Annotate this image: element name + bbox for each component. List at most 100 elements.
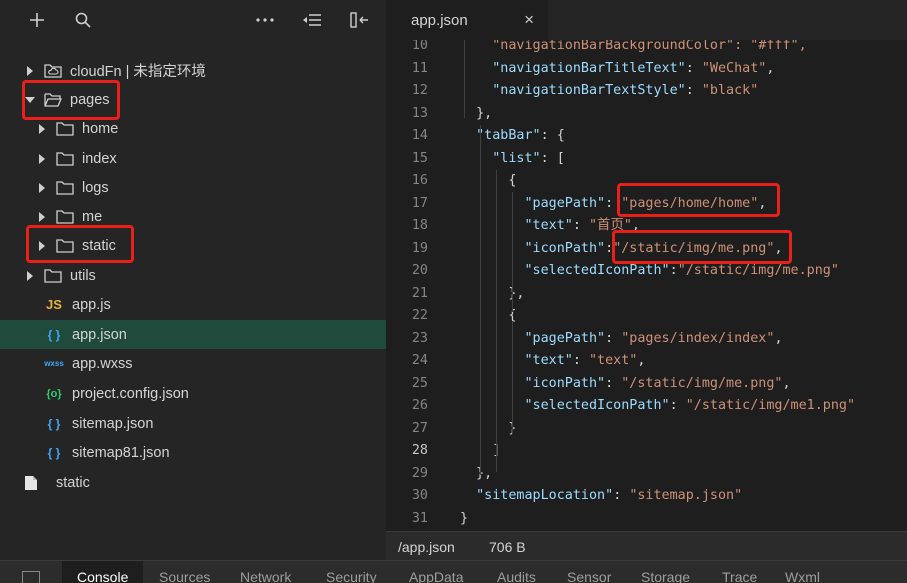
- tree-item-label: sitemap81.json: [72, 444, 170, 461]
- line-number: 19: [411, 240, 428, 256]
- chevron-right-icon[interactable]: [36, 182, 48, 194]
- code-text: "list": [: [492, 150, 565, 166]
- folder-icon: [56, 151, 74, 166]
- highlight-static-folder: [26, 225, 134, 263]
- tree-item-utils[interactable]: utils: [0, 261, 386, 290]
- chevron-right-icon[interactable]: [36, 211, 48, 223]
- tree-item-project-config-json[interactable]: {o} project.config.json: [0, 379, 386, 408]
- line-number: 18: [411, 218, 428, 233]
- line-number: 24: [411, 353, 428, 368]
- indent-guide: [496, 170, 497, 472]
- code-line: 23 "pagePath": "pages/index/index",: [386, 328, 907, 351]
- tab-security[interactable]: Security: [326, 569, 377, 583]
- line-number: 29: [411, 465, 428, 481]
- code-text: },: [460, 285, 525, 301]
- tree-item-sitemap81-json[interactable]: { } sitemap81.json: [0, 438, 386, 467]
- indent-guide: [512, 322, 513, 434]
- add-icon[interactable]: [22, 0, 52, 40]
- tab-audits[interactable]: Audits: [497, 569, 536, 583]
- tab-console[interactable]: Console: [62, 561, 144, 583]
- tree-item-label: me: [82, 208, 103, 225]
- code-text: "selectedIconPath": "/static/img/me1.png…: [524, 398, 856, 413]
- line-number: 22: [411, 308, 428, 323]
- dock-icon[interactable]: [22, 571, 40, 583]
- line-number: 27: [411, 420, 428, 436]
- highlight-pages: [22, 80, 120, 120]
- line-number: 31: [411, 510, 428, 526]
- config-icon: {o}: [46, 387, 62, 400]
- more-icon[interactable]: [250, 0, 280, 40]
- tab-trace[interactable]: Trace: [722, 569, 757, 583]
- code-line: 25 "iconPath": "/static/img/me.png",: [386, 373, 907, 396]
- tree-item-index[interactable]: index: [0, 144, 386, 173]
- tree-item-label: app.json: [72, 326, 127, 343]
- line-number: 28: [411, 443, 428, 458]
- explorer-toolbar: [0, 0, 386, 40]
- tree-item-label: static: [56, 474, 90, 491]
- tree-item-label: project.config.json: [72, 385, 189, 402]
- line-number: 26: [411, 398, 428, 413]
- close-icon[interactable]: ×: [524, 11, 534, 29]
- line-number: 21: [411, 285, 428, 301]
- code-text: }: [460, 510, 469, 526]
- line-number: 10: [411, 40, 428, 53]
- tree-item-label: logs: [82, 179, 109, 196]
- tab-wxml[interactable]: Wxml: [785, 569, 820, 583]
- tab-storage[interactable]: Storage: [641, 569, 690, 583]
- code-text: "iconPath": "/static/img/me.png",: [524, 375, 791, 391]
- tree-item-app-js[interactable]: JS app.js: [0, 290, 386, 319]
- tab-network[interactable]: Network: [240, 569, 291, 583]
- tree-item-label: utils: [70, 267, 96, 284]
- code-text: "sitemapLocation": "sitemap.json": [476, 488, 743, 503]
- code-text: {: [460, 173, 517, 188]
- chevron-right-icon[interactable]: [36, 153, 48, 165]
- devtools-tabbar: Console Sources Network Security AppData Audi…: [0, 560, 907, 583]
- js-icon: JS: [46, 297, 62, 312]
- tree-item-app-json[interactable]: { } app.json: [0, 320, 386, 349]
- chevron-right-icon[interactable]: [24, 65, 36, 77]
- tab-sources[interactable]: Sources: [159, 569, 210, 583]
- tree-item-sitemap-json[interactable]: { } sitemap.json: [0, 409, 386, 438]
- code-editor[interactable]: 10 "navigationBarBackgroundColor": "#fff…: [386, 40, 907, 531]
- line-number: 13: [411, 105, 428, 121]
- tree-item-static[interactable]: static: [0, 468, 386, 497]
- tab-app-json[interactable]: app.json ×: [386, 0, 548, 40]
- collapse-all-icon[interactable]: [297, 0, 327, 40]
- tree-item-label: index: [82, 150, 117, 167]
- code-line: 30 "sitemapLocation": "sitemap.json": [386, 485, 907, 508]
- tree-item-app-wxss[interactable]: wxss app.wxss: [0, 349, 386, 378]
- folder-icon: [44, 268, 62, 283]
- chevron-right-icon[interactable]: [36, 123, 48, 135]
- file-icon: [24, 475, 42, 490]
- code-line: 22 {: [386, 305, 907, 328]
- line-number: 16: [411, 173, 428, 188]
- indent-guide: [512, 192, 513, 312]
- tree-item-logs[interactable]: logs: [0, 173, 386, 202]
- code-text: "navigationBarTitleText": "WeChat",: [492, 60, 775, 76]
- chevron-right-icon[interactable]: [24, 270, 36, 282]
- code-text: "navigationBarTextStyle": "black": [492, 83, 759, 98]
- editor-tabbar: app.json ×: [386, 0, 907, 40]
- indent-guide: [464, 40, 465, 118]
- code-text: {: [460, 308, 517, 323]
- folder-icon: [44, 63, 62, 78]
- tab-appdata[interactable]: AppData: [409, 569, 463, 583]
- code-text: "pagePath": "pages/index/index",: [524, 330, 783, 346]
- code-line: 26 "selectedIconPath": "/static/img/me1.…: [386, 395, 907, 418]
- json-icon: { }: [47, 445, 61, 460]
- file-explorer: cloudFn | 未指定环境 pages home index logs me stati…: [0, 0, 386, 560]
- code-line: 14 "tabBar": {: [386, 125, 907, 148]
- toggle-sidebar-icon[interactable]: [344, 0, 374, 40]
- indent-guide: [480, 125, 481, 475]
- tree-item-label: sitemap.json: [72, 415, 154, 432]
- line-number: 30: [411, 488, 428, 503]
- code-line: 28 ]: [386, 440, 907, 463]
- code-text: },: [460, 465, 493, 481]
- editor-area: app.json × 10 "navigationBarBackgroundCo…: [386, 0, 907, 560]
- code-line: 31}: [386, 508, 907, 531]
- code-line: 15 "list": [: [386, 148, 907, 171]
- search-icon[interactable]: [68, 0, 98, 40]
- code-text: "tabBar": {: [476, 128, 565, 143]
- tab-sensor[interactable]: Sensor: [567, 569, 611, 583]
- code-text: "navigationBarBackgroundColor": "#fff",: [460, 40, 807, 53]
